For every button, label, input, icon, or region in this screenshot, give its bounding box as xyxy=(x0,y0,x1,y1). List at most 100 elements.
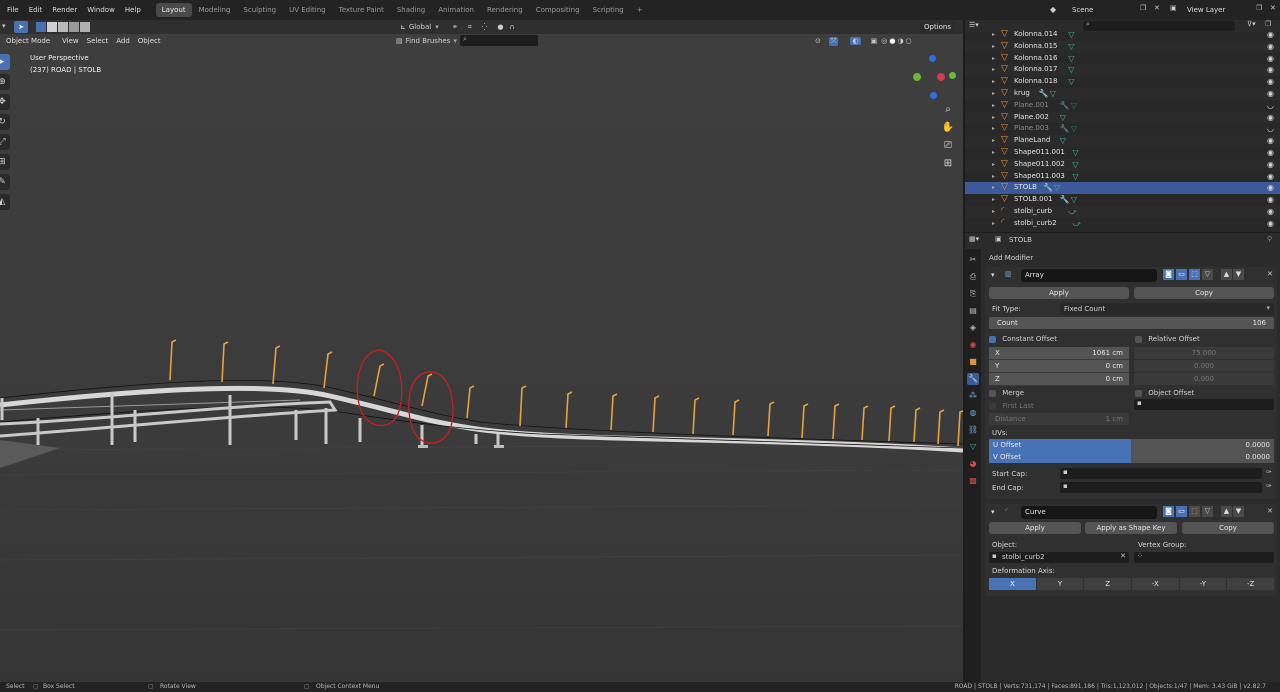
axis-z-icon[interactable] xyxy=(929,55,936,62)
expand-triangle-icon[interactable]: ▸ xyxy=(992,182,995,194)
tab-uv-editing[interactable]: UV Editing xyxy=(283,3,332,17)
outliner-item[interactable]: ▸ ▽ Kolonna.015 ▽ ◉ xyxy=(965,40,1280,53)
material-shading-icon[interactable]: ◑ xyxy=(897,37,903,45)
expand-triangle-icon[interactable]: ▸ xyxy=(992,218,995,230)
snap-icon[interactable]: ⌗ xyxy=(468,23,472,32)
render-toggle-icon[interactable]: ◙ xyxy=(1163,506,1174,517)
eye-icon[interactable]: ◉ xyxy=(1267,206,1274,218)
display-mode-icon[interactable]: ☰▾ xyxy=(969,21,979,29)
expand-triangle-icon[interactable]: ▸ xyxy=(992,64,995,76)
tab-compositing[interactable]: Compositing xyxy=(530,3,586,17)
count-field[interactable]: Count 106 xyxy=(989,317,1274,329)
tool-tab-icon[interactable]: ✂ xyxy=(967,254,979,266)
constant-offset-toggle[interactable]: Constant Offset xyxy=(989,335,1057,343)
mesh-data-icon[interactable]: ▽ xyxy=(1060,112,1066,124)
curve-data-icon[interactable]: ⤻ xyxy=(1072,218,1081,230)
view-layer-selector[interactable]: ▣ View Layer ❐ ✕ xyxy=(1170,3,1278,17)
select-new-icon[interactable] xyxy=(36,22,46,32)
3d-viewport[interactable]: ▾ ➤ ⊾ Global ▾ ⚭ ⌗ ⁛ ● ∩ Options Object … xyxy=(0,20,963,682)
constant-offset-x-field[interactable]: X 1061 cm xyxy=(989,347,1129,360)
apply-as-shape-key-button[interactable]: Apply as Shape Key xyxy=(1085,522,1177,534)
new-scene-icon[interactable]: ❐ xyxy=(1140,4,1146,12)
clear-icon[interactable]: ✕ xyxy=(1120,552,1126,560)
zoom-icon[interactable]: ⌕ xyxy=(941,104,955,118)
expand-triangle-icon[interactable]: ▸ xyxy=(992,147,995,159)
vertex-group-field[interactable]: ⁘ xyxy=(1134,552,1274,563)
outliner-item[interactable]: ▸ ▽ Shape011.003 ▽ ◉ xyxy=(965,171,1280,183)
object-mode-dropdown[interactable]: Object Mode xyxy=(2,35,54,47)
gizmo-toggle-icon[interactable]: ⤧ xyxy=(828,36,839,46)
viewport-menu-select[interactable]: Select xyxy=(83,35,113,47)
find-brushes[interactable]: ▤ Find Brushes ▾ xyxy=(396,35,457,47)
falloff-icon[interactable]: ∩ xyxy=(510,23,515,31)
expand-triangle-icon[interactable]: ▸ xyxy=(992,206,995,218)
modifier-wrench-icon[interactable]: 🔧 xyxy=(1060,100,1070,112)
cage-toggle-icon[interactable]: ▽ xyxy=(1202,269,1213,280)
scene-canvas[interactable] xyxy=(0,20,963,682)
pan-hand-icon[interactable]: ✋ xyxy=(941,122,955,136)
scene-tab-icon[interactable]: ◈ xyxy=(967,322,979,334)
expand-triangle-icon[interactable]: ▸ xyxy=(992,123,995,135)
mesh-data-icon[interactable]: ▽ xyxy=(1068,53,1074,65)
output-tab-icon[interactable]: ⎘ xyxy=(967,288,979,300)
remove-modifier-icon[interactable]: ✕ xyxy=(1267,507,1273,515)
tab-scripting[interactable]: Scripting xyxy=(587,3,630,17)
physics-tab-icon[interactable]: ◍ xyxy=(967,407,979,419)
eye-icon[interactable]: ◉ xyxy=(1267,41,1274,53)
mesh-data-icon[interactable]: ▽ xyxy=(1071,123,1077,135)
proportional-edit-icon[interactable]: ● xyxy=(497,23,503,31)
editmode-toggle-icon[interactable]: ⬚ xyxy=(1189,269,1200,280)
mesh-data-icon[interactable]: ▽ xyxy=(1068,76,1074,88)
axis-neg-icon[interactable] xyxy=(930,92,937,99)
array-apply-button[interactable]: Apply xyxy=(989,287,1129,299)
eye-icon[interactable]: ◉ xyxy=(1267,88,1274,100)
outliner-item[interactable]: ▸ ▽ STOLB.001 🔧 ▽ ◉ xyxy=(965,194,1280,206)
expand-triangle-icon[interactable]: ▸ xyxy=(992,41,995,53)
brush-search-input[interactable]: ⌕ xyxy=(460,35,538,46)
curve-copy-button[interactable]: Copy xyxy=(1182,522,1274,534)
scale-tool[interactable]: ⤢ xyxy=(0,134,10,150)
remove-modifier-icon[interactable]: ✕ xyxy=(1267,270,1273,278)
navigation-gizmo[interactable] xyxy=(905,52,961,108)
curve-data-icon[interactable]: ⤻ xyxy=(1068,206,1077,218)
first-last-toggle[interactable]: First Last xyxy=(989,402,1034,410)
object-offset-checkbox[interactable] xyxy=(1135,389,1142,397)
expand-triangle-icon[interactable]: ▸ xyxy=(992,159,995,171)
outliner-item[interactable]: ▸ ◜ stolbi_curb2 ⤻ ◉ xyxy=(965,218,1280,230)
new-view-layer-icon[interactable]: ❐ xyxy=(1256,4,1262,12)
curve-modifier-name[interactable]: Curve xyxy=(1021,506,1157,519)
data-tab-icon[interactable]: ▽ xyxy=(967,441,979,453)
transform-orientation[interactable]: ⊾ Global ▾ xyxy=(400,21,439,33)
visibility-icon[interactable]: ⊙ xyxy=(815,37,821,45)
viewport-toggle-icon[interactable]: ▭ xyxy=(1176,506,1187,517)
outliner-item[interactable]: ▸ ▽ krug 🔧 ▽ ◉ xyxy=(965,87,1280,100)
modifier-tab-icon[interactable]: 🔧 xyxy=(967,373,979,385)
options-dropdown[interactable]: Options xyxy=(920,21,956,33)
eyedropper-icon[interactable]: ✑ xyxy=(1266,468,1272,476)
distance-field[interactable]: Distance 1 cm xyxy=(989,413,1129,425)
mesh-data-icon[interactable]: ▽ xyxy=(1068,41,1074,53)
menu-render[interactable]: Render xyxy=(47,0,82,20)
editor-type-button[interactable]: ▾ xyxy=(2,22,12,32)
relative-offset-checkbox[interactable] xyxy=(1135,335,1142,343)
constant-offset-z-field[interactable]: Z 0 cm xyxy=(989,373,1129,386)
outliner-item[interactable]: ▸ ◜ stolbi_curb ⤻ ◉ xyxy=(965,205,1280,218)
eye-icon[interactable]: ◉ xyxy=(1267,64,1274,76)
curve-apply-button[interactable]: Apply xyxy=(989,522,1081,534)
mesh-data-icon[interactable]: ▽ xyxy=(1072,147,1078,159)
first-last-checkbox[interactable] xyxy=(989,402,996,410)
relative-offset-toggle[interactable]: Relative Offset xyxy=(1135,335,1200,343)
axis-x-pos-icon[interactable] xyxy=(949,72,956,79)
eye-icon[interactable]: ◉ xyxy=(1267,135,1274,147)
axis-button[interactable]: -Y xyxy=(1179,578,1227,590)
u-offset-field[interactable]: U Offset 0.0000 xyxy=(989,439,1274,451)
move-down-icon[interactable]: ▼ xyxy=(1233,506,1244,517)
v-offset-field[interactable]: V Offset 0.0000 xyxy=(989,451,1274,463)
filter-icon[interactable]: ⊽▾ xyxy=(1247,20,1256,28)
mesh-data-icon[interactable]: ▽ xyxy=(1060,135,1066,147)
mesh-data-icon[interactable]: ▽ xyxy=(1068,29,1074,41)
properties-editor[interactable]: ▦▾ ▣ STOLB ⚲ ✂ ⎙ ⎘ ▤ ◈ ◉ ■ 🔧 ⁂ ◍ ⛓ ▽ ◕ ▩… xyxy=(965,233,1280,682)
eye-icon[interactable]: ◉ xyxy=(1267,112,1274,124)
mesh-data-icon[interactable]: ▽ xyxy=(1050,88,1056,100)
measure-tool[interactable]: ◭ xyxy=(0,194,10,210)
